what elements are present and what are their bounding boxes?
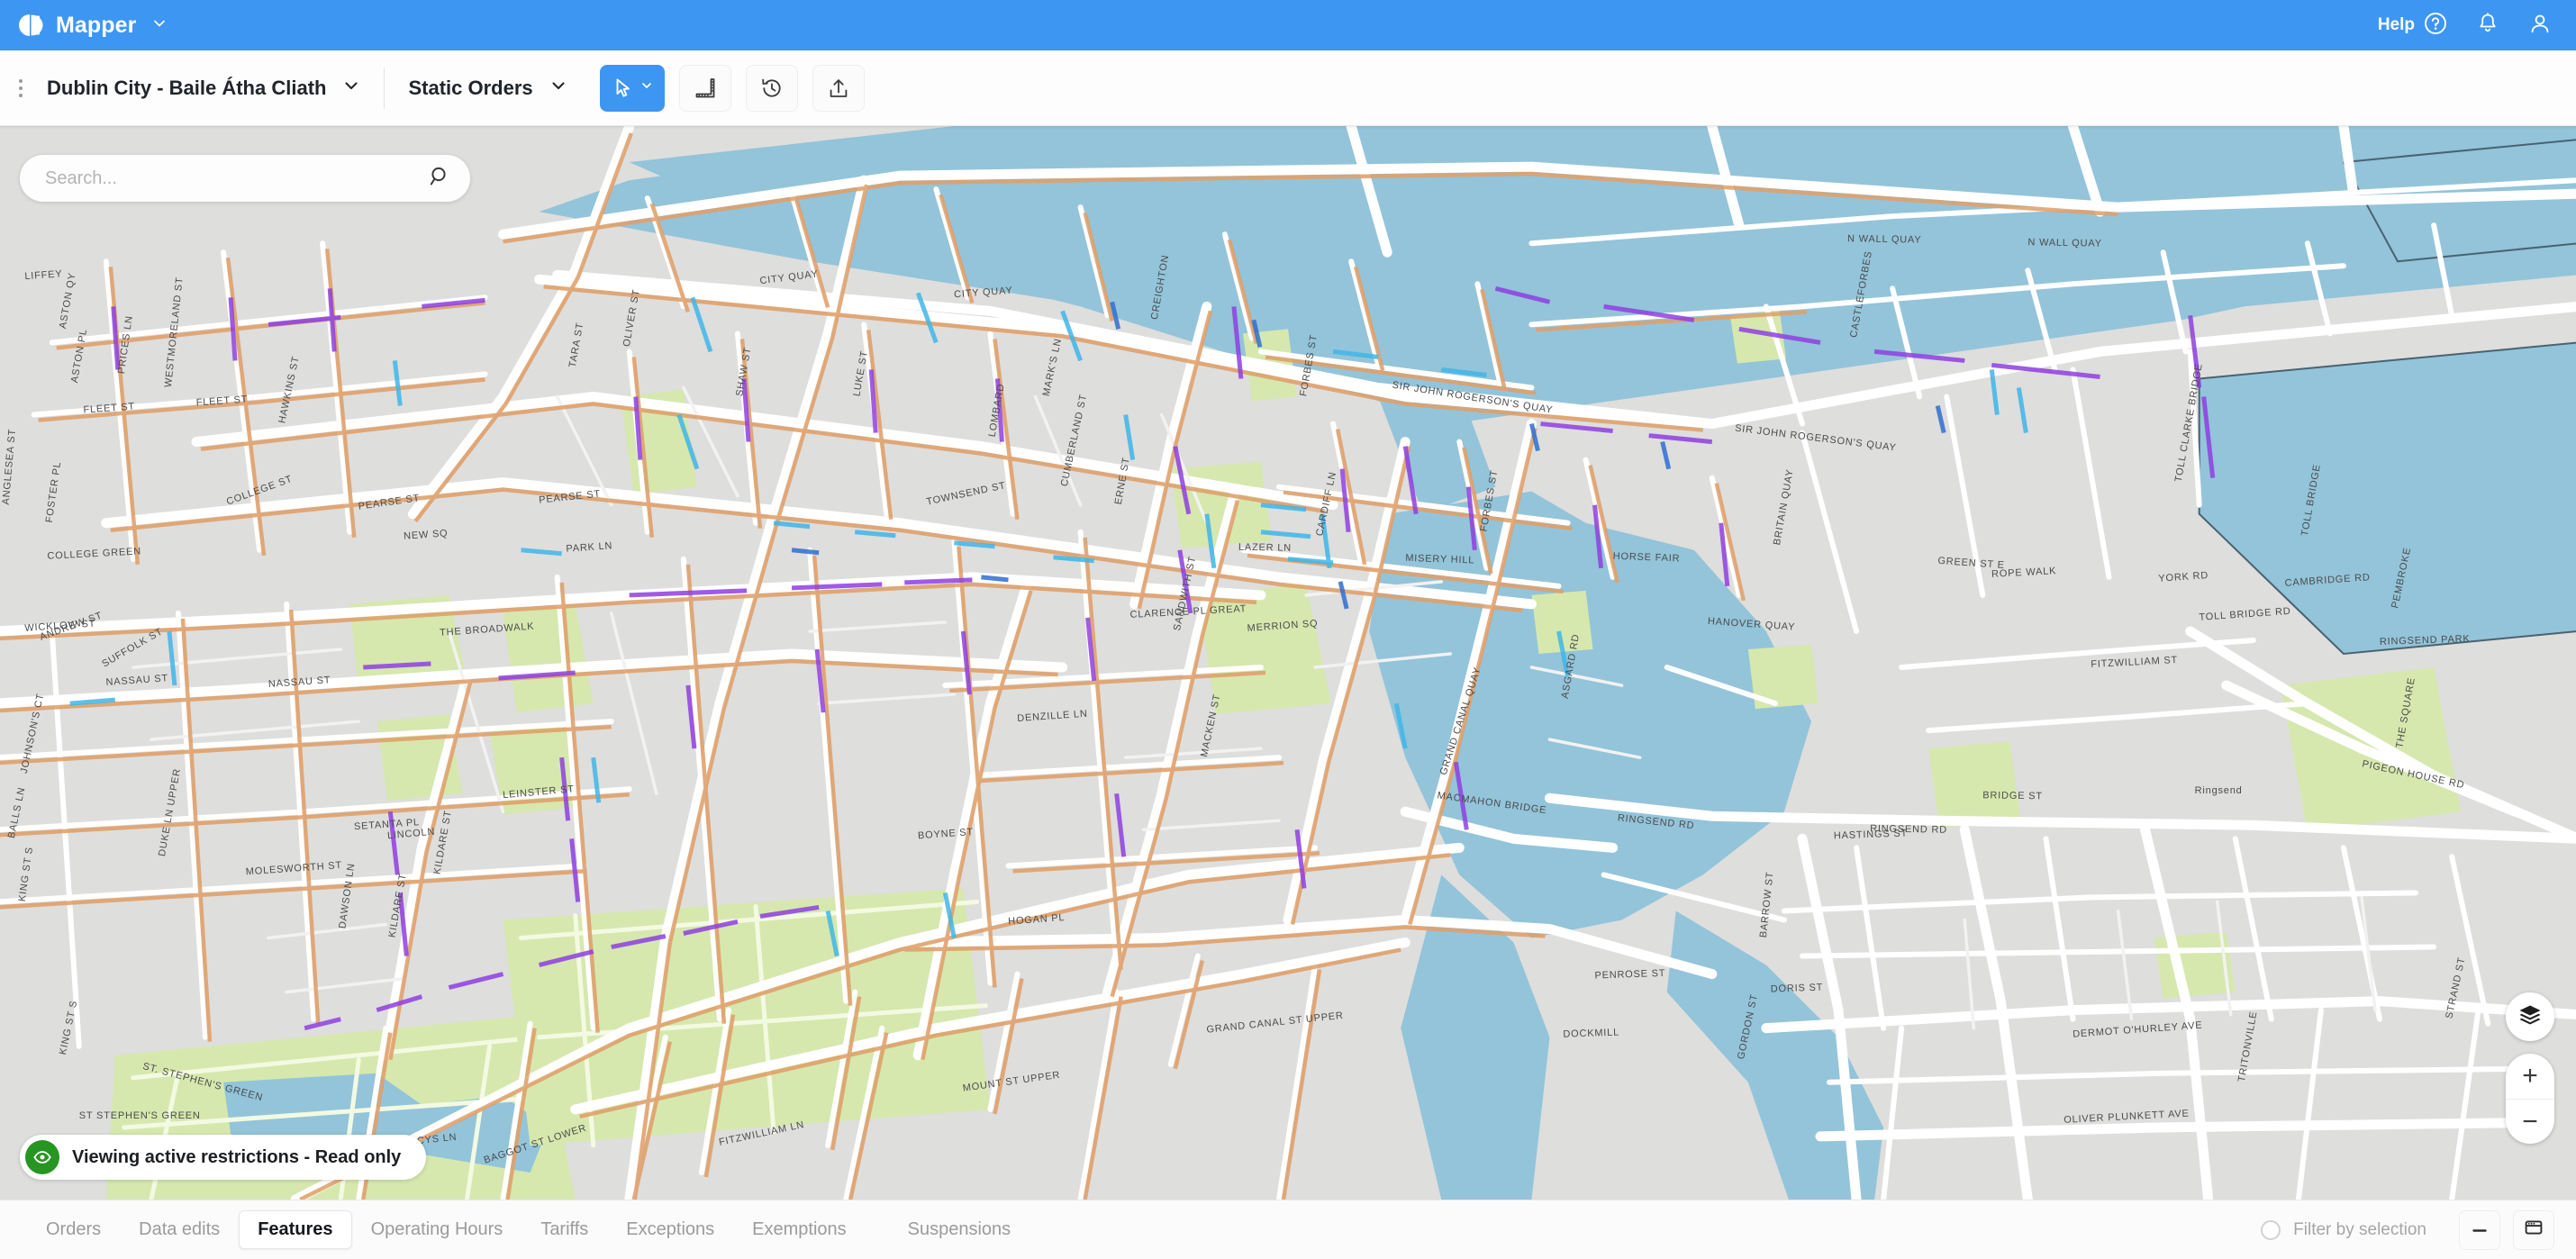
bottom-bar: OrdersData editsFeaturesOperating HoursT… — [0, 1200, 2576, 1259]
search-input[interactable] — [45, 168, 418, 189]
map-search[interactable] — [20, 155, 470, 202]
help-label: Help — [2378, 15, 2415, 35]
svg-text:ST STEPHEN'S GREEN: ST STEPHEN'S GREEN — [79, 1110, 201, 1121]
svg-text:DORIS ST: DORIS ST — [1771, 983, 1824, 995]
svg-text:N WALL QUAY: N WALL QUAY — [2027, 237, 2102, 249]
bell-icon[interactable] — [2475, 11, 2500, 41]
filter-by-selection-toggle[interactable]: Filter by selection — [2248, 1212, 2446, 1248]
tab-data-edits[interactable]: Data edits — [120, 1210, 239, 1249]
svg-text:Ringsend: Ringsend — [2195, 785, 2243, 796]
tab-exceptions[interactable]: Exceptions — [607, 1210, 733, 1249]
app-title: Mapper — [56, 13, 137, 39]
app-root: Mapper Help — [0, 0, 2576, 1259]
chevron-down-icon — [640, 79, 653, 96]
tab-orders[interactable]: Orders — [27, 1210, 120, 1249]
layers-stack-icon — [2517, 1002, 2543, 1032]
top-header: Mapper Help — [0, 0, 2576, 50]
filter-by-selection-label: Filter by selection — [2293, 1220, 2426, 1240]
status-text: Viewing active restrictions - Read only — [72, 1147, 401, 1168]
tab-tariffs[interactable]: Tariffs — [522, 1210, 607, 1249]
chevron-down-icon — [342, 77, 360, 100]
tab-suspensions[interactable]: Suspensions — [889, 1210, 1030, 1249]
minimize-panel-button[interactable] — [2459, 1210, 2500, 1250]
dataset-selector[interactable]: Static Orders — [395, 68, 579, 109]
city-selector-label: Dublin City - Baile Átha Cliath — [47, 77, 326, 100]
tab-operating-hours[interactable]: Operating Hours — [352, 1210, 522, 1249]
tab-exemptions[interactable]: Exemptions — [733, 1210, 866, 1249]
kebab-menu-icon[interactable] — [9, 68, 32, 108]
help-button[interactable]: Help — [2378, 11, 2448, 41]
svg-text:DOCKMILL: DOCKMILL — [1563, 1028, 1619, 1040]
search-icon[interactable] — [427, 164, 452, 194]
toggle-knob-icon — [2261, 1220, 2281, 1240]
zoom-controls: + − — [2506, 1054, 2554, 1144]
map-render: .ld { fill:#dededd; } .wt { fill:#93c4da… — [0, 126, 2576, 1200]
svg-text:BRIDGE ST: BRIDGE ST — [1982, 790, 2043, 802]
layers-button[interactable] — [2506, 992, 2554, 1041]
main-toolbar: Dublin City - Baile Átha Cliath Static O… — [0, 50, 2576, 126]
measure-tool-button[interactable] — [679, 65, 731, 112]
header-actions: Help — [2378, 11, 2553, 41]
select-tool-button[interactable] — [600, 65, 665, 112]
panel-window-icon — [2524, 1218, 2544, 1242]
panel-window-button[interactable] — [2513, 1210, 2554, 1250]
toolbar-divider-1 — [384, 68, 385, 109]
question-circle-icon — [2423, 11, 2448, 41]
mapper-logo-icon — [16, 12, 43, 39]
svg-text:N WALL QUAY: N WALL QUAY — [1847, 233, 1922, 245]
tab-features[interactable]: Features — [239, 1210, 351, 1249]
eye-icon — [25, 1140, 59, 1174]
chevron-down-icon — [549, 77, 567, 100]
city-selector[interactable]: Dublin City - Baile Átha Cliath — [34, 68, 373, 109]
bottom-tabs-group-1: OrdersData editsFeaturesOperating HoursT… — [27, 1210, 866, 1249]
zoom-in-button[interactable]: + — [2506, 1054, 2554, 1099]
map-canvas[interactable]: .ld { fill:#dededd; } .wt { fill:#93c4da… — [0, 126, 2576, 1200]
bottom-tabs-group-2: Suspensions — [889, 1210, 1030, 1249]
map-controls: + − — [2506, 992, 2554, 1144]
zoom-out-button[interactable]: − — [2506, 1099, 2554, 1144]
app-brand[interactable]: Mapper — [16, 12, 168, 39]
export-tool-button[interactable] — [812, 65, 865, 112]
chevron-down-icon[interactable] — [151, 15, 168, 36]
dataset-selector-label: Static Orders — [408, 77, 532, 100]
history-tool-button[interactable] — [746, 65, 798, 112]
svg-text:LAZER LN: LAZER LN — [1238, 542, 1292, 554]
minimize-icon — [2470, 1218, 2490, 1242]
user-icon[interactable] — [2527, 11, 2553, 41]
status-badge: Viewing active restrictions - Read only — [20, 1135, 426, 1180]
bottom-actions: Filter by selection — [2248, 1210, 2554, 1250]
tool-buttons — [600, 65, 865, 112]
